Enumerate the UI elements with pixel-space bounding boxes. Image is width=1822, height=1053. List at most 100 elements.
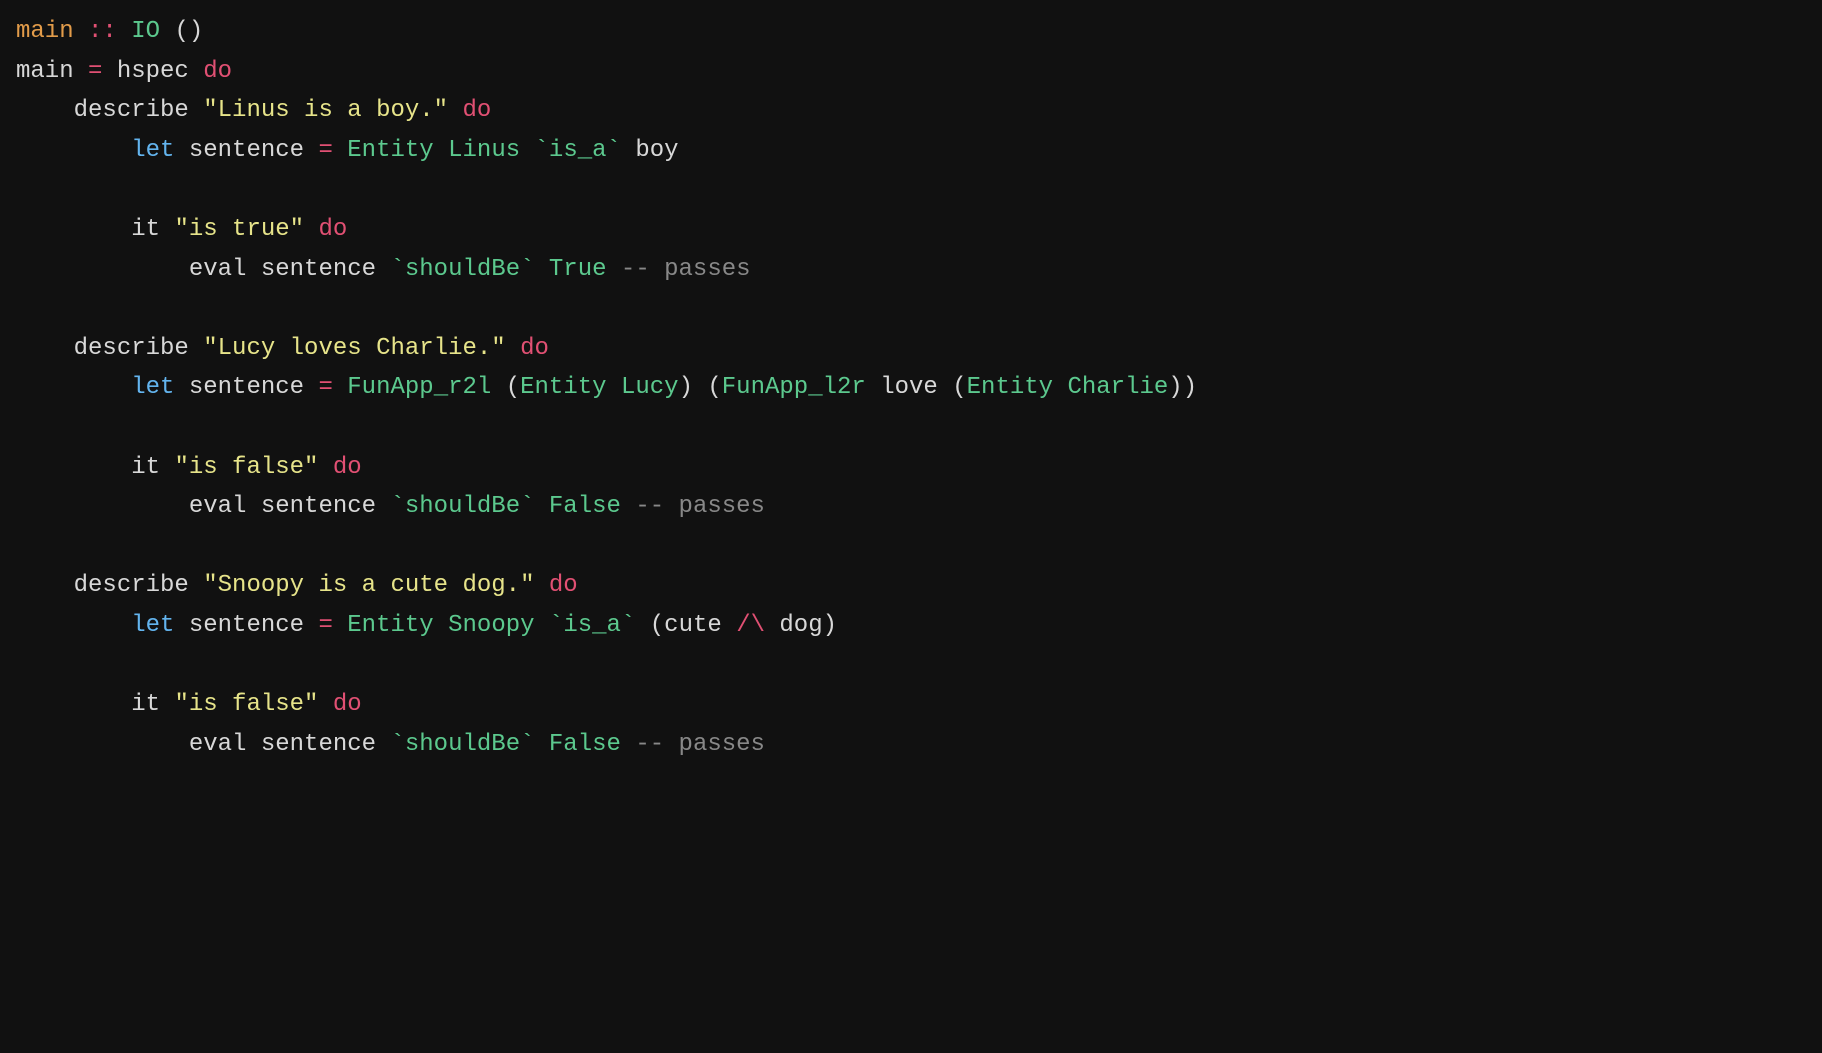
code-token: [535, 493, 549, 520]
code-token: do: [462, 97, 491, 124]
code-token: describe: [16, 97, 203, 124]
code-token: FunApp_r2l: [347, 374, 491, 401]
code-token: "Snoopy is a cute dog.": [203, 572, 534, 599]
code-line: [16, 408, 1806, 448]
code-token: cute: [664, 612, 736, 639]
code-token: Snoopy: [448, 612, 534, 639]
code-token: sentence: [174, 374, 318, 401]
code-token: [520, 137, 534, 164]
code-token: ): [679, 374, 693, 401]
code-token: Charlie: [1067, 374, 1168, 401]
code-token: [16, 374, 131, 401]
code-token: do: [203, 58, 232, 85]
code-block: main :: IO ()main = hspec do describe "L…: [16, 12, 1806, 764]
code-token: Linus: [448, 137, 520, 164]
code-token: [318, 454, 332, 481]
code-token: sentence: [174, 612, 318, 639]
code-token: )): [1168, 374, 1197, 401]
code-token: [304, 216, 318, 243]
code-token: (): [174, 18, 203, 45]
code-line: describe "Linus is a boy." do: [16, 91, 1806, 131]
code-token: `shouldBe`: [390, 256, 534, 283]
code-token: "is false": [174, 691, 318, 718]
code-token: False: [549, 731, 621, 758]
code-line: [16, 289, 1806, 329]
code-token: do: [318, 216, 347, 243]
code-token: [160, 18, 174, 45]
code-line: eval sentence `shouldBe` True -- passes: [16, 250, 1806, 290]
code-token: [535, 612, 549, 639]
code-token: Entity: [967, 374, 1053, 401]
code-token: do: [333, 691, 362, 718]
code-line: eval sentence `shouldBe` False -- passes: [16, 725, 1806, 765]
code-line: describe "Snoopy is a cute dog." do: [16, 566, 1806, 606]
code-token: `shouldBe`: [390, 493, 534, 520]
code-token: -- passes: [635, 731, 765, 758]
code-token: describe: [16, 335, 203, 362]
code-token: `shouldBe`: [390, 731, 534, 758]
code-token: ::: [88, 18, 117, 45]
code-token: it: [16, 691, 174, 718]
code-token: "Linus is a boy.": [203, 97, 448, 124]
code-line: let sentence = Entity Linus `is_a` boy: [16, 131, 1806, 171]
code-token: [693, 374, 707, 401]
code-line: let sentence = Entity Snoopy `is_a` (cut…: [16, 606, 1806, 646]
code-line: it "is false" do: [16, 685, 1806, 725]
code-line: it "is false" do: [16, 448, 1806, 488]
code-token: (: [650, 612, 664, 639]
code-token: dog: [765, 612, 823, 639]
code-token: let: [131, 137, 174, 164]
code-token: (: [707, 374, 721, 401]
code-token: do: [333, 454, 362, 481]
code-line: describe "Lucy loves Charlie." do: [16, 329, 1806, 369]
code-line: eval sentence `shouldBe` False -- passes: [16, 487, 1806, 527]
code-token: [535, 572, 549, 599]
code-token: [535, 256, 549, 283]
code-token: main: [16, 18, 74, 45]
code-token: [607, 374, 621, 401]
code-token: [16, 137, 131, 164]
code-token: (: [506, 374, 520, 401]
code-token: [1053, 374, 1067, 401]
code-token: [74, 18, 88, 45]
code-token: boy: [621, 137, 679, 164]
code-token: "Lucy loves Charlie.": [203, 335, 505, 362]
code-token: main: [16, 58, 88, 85]
code-token: True: [549, 256, 607, 283]
code-token: =: [318, 612, 332, 639]
code-token: do: [549, 572, 578, 599]
code-token: let: [131, 374, 174, 401]
code-line: main :: IO (): [16, 12, 1806, 52]
code-token: Entity: [520, 374, 606, 401]
code-token: [535, 731, 549, 758]
code-token: (: [952, 374, 966, 401]
code-line: [16, 527, 1806, 567]
code-line: it "is true" do: [16, 210, 1806, 250]
code-token: love: [866, 374, 952, 401]
code-token: /\: [736, 612, 765, 639]
code-token: [491, 374, 505, 401]
code-token: [607, 256, 621, 283]
code-token: [434, 137, 448, 164]
code-token: [117, 18, 131, 45]
code-token: `is_a`: [535, 137, 621, 164]
code-token: "is false": [174, 454, 318, 481]
code-token: [434, 612, 448, 639]
code-token: =: [318, 374, 332, 401]
code-token: describe: [16, 572, 203, 599]
code-token: [318, 691, 332, 718]
code-line: main = hspec do: [16, 52, 1806, 92]
code-line: [16, 170, 1806, 210]
code-token: [16, 612, 131, 639]
code-token: =: [88, 58, 102, 85]
code-token: "is true": [174, 216, 304, 243]
code-line: [16, 646, 1806, 686]
code-token: ): [823, 612, 837, 639]
code-token: [621, 731, 635, 758]
code-token: eval sentence: [16, 493, 390, 520]
code-token: [506, 335, 520, 362]
code-token: Lucy: [621, 374, 679, 401]
code-token: it: [16, 454, 174, 481]
code-token: =: [318, 137, 332, 164]
code-token: -- passes: [621, 256, 751, 283]
